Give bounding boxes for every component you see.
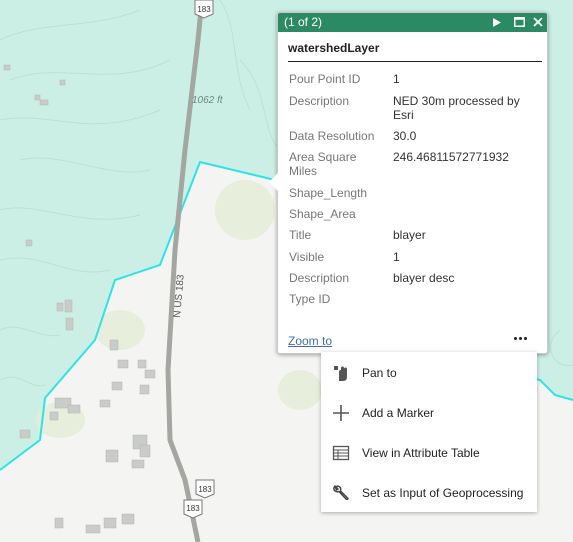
attr-name: Title — [289, 228, 312, 242]
menu-item-label: Set as Input of Geoprocessing — [362, 486, 524, 500]
attr-name: Data Resolution — [289, 129, 375, 143]
more-dot — [518, 336, 522, 340]
menu-item-view-attribute-table[interactable]: View in Attribute Table — [321, 432, 537, 472]
maximize-icon — [513, 17, 525, 27]
attr-name: Shape_Length — [289, 186, 368, 200]
title-divider — [288, 61, 542, 62]
attr-name: Description — [289, 94, 350, 108]
menu-item-label: Add a Marker — [362, 406, 435, 420]
elevation-label: 1062 ft — [192, 95, 224, 106]
attr-name: Shape_Area — [289, 207, 356, 221]
more-dot — [523, 336, 527, 340]
menu-item-label: View in Attribute Table — [362, 446, 480, 460]
menu-item-set-geoprocessing-input[interactable]: Set as Input of Geoprocessing — [321, 472, 537, 512]
attr-name: Description — [289, 271, 350, 285]
popup-header: (1 of 2) — [278, 13, 547, 32]
popup-pointer — [269, 173, 278, 191]
attr-value: NED 30m processed by Esri — [393, 94, 520, 122]
highway-shield-bottom: 183 — [183, 499, 203, 519]
attr-value: 30.0 — [393, 129, 417, 143]
attr-value: 1 — [393, 72, 400, 86]
wrench-icon — [333, 485, 349, 501]
next-feature-button[interactable] — [490, 15, 504, 29]
more-actions-button[interactable] — [511, 331, 529, 345]
layer-title: watershedLayer — [288, 41, 380, 55]
attr-value: 1 — [393, 250, 400, 264]
close-icon — [533, 17, 543, 27]
attr-name: Area Square Miles — [289, 150, 357, 178]
more-dot — [513, 336, 517, 340]
attr-name: Type ID — [289, 292, 331, 306]
highway-shield-mid: 183 — [195, 479, 215, 499]
highway-shield-top: 183 — [194, 0, 214, 19]
attr-value: blayer — [393, 228, 426, 242]
table-icon — [332, 445, 350, 461]
attr-name: Pour Point ID — [289, 72, 361, 86]
popup-feature-count: (1 of 2) — [284, 15, 323, 29]
attr-name: Visible — [289, 250, 325, 264]
play-icon — [493, 17, 501, 27]
maximize-button[interactable] — [512, 15, 526, 29]
menu-item-add-marker[interactable]: Add a Marker — [321, 392, 537, 432]
menu-item-label: Pan to — [362, 366, 397, 380]
close-button[interactable] — [531, 15, 545, 29]
attr-value: 246.46811572771932 — [393, 150, 509, 164]
feature-popup: (1 of 2) watershedLayer Pour Point ID 1 … — [269, 12, 548, 354]
zoom-to-link[interactable]: Zoom to — [288, 334, 332, 348]
attr-value: blayer desc — [393, 271, 455, 285]
highway-shield-label: 183 — [186, 504, 200, 513]
menu-item-pan-to[interactable]: Pan to — [321, 352, 537, 392]
plus-icon — [333, 405, 349, 421]
highway-shield-label: 183 — [198, 485, 212, 494]
highway-shield-label: 183 — [197, 5, 211, 14]
pan-hand-icon — [334, 366, 347, 381]
popup-actions-menu: Pan to Add a Marker View in Attribute Ta… — [321, 352, 537, 512]
